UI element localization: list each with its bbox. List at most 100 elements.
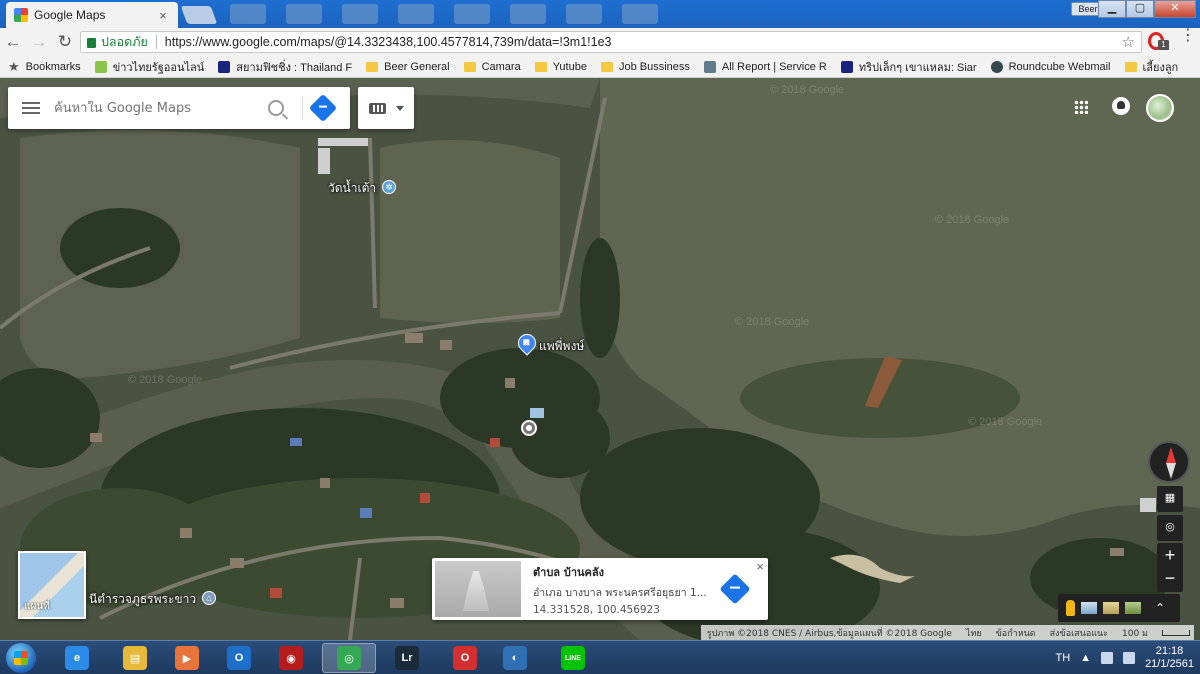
bookmark-item-siamfishing[interactable]: สยามฟิชชิ่ง : Thailand F bbox=[218, 58, 352, 76]
bookmark-item-trip[interactable]: ทริปเล็กๆ เขาแหลม: Siar bbox=[840, 58, 977, 76]
bookmark-folder-camara[interactable]: Camara bbox=[463, 61, 521, 73]
network-icon[interactable] bbox=[1123, 652, 1136, 664]
notifications-icon[interactable] bbox=[1112, 97, 1130, 115]
browser-tab[interactable]: Google Maps × bbox=[6, 2, 178, 28]
map-attribution: รูปภาพ ©2018 CNES / Airbus,ข้อมูลแผนที่ … bbox=[700, 625, 1194, 640]
police-label[interactable]: นีตำรวจภูธรพระขาว bbox=[89, 590, 196, 609]
temple-label[interactable]: วัดน้ำเต้า bbox=[328, 179, 376, 198]
tray-expand-icon[interactable]: ▲ bbox=[1080, 652, 1091, 664]
scale-bar bbox=[1162, 629, 1190, 636]
clock-date: 21/1/2561 bbox=[1145, 658, 1194, 670]
lightroom-icon: Lr bbox=[395, 646, 419, 670]
action-center-icon[interactable] bbox=[1101, 652, 1114, 664]
bookmark-item-bookmarks[interactable]: ★ Bookmarks bbox=[8, 59, 81, 75]
place-photo[interactable] bbox=[435, 561, 521, 617]
opera-icon: O bbox=[453, 646, 477, 670]
input-tools-button[interactable] bbox=[358, 87, 414, 129]
taskbar-app-opera[interactable]: O bbox=[438, 643, 492, 673]
bookmark-folder-job-bussiness[interactable]: Job Bussiness bbox=[600, 61, 690, 73]
minimize-button[interactable]: ▁ bbox=[1098, 0, 1126, 18]
scale-label[interactable]: 100 ม bbox=[1122, 626, 1148, 640]
directions-icon[interactable] bbox=[719, 573, 751, 605]
start-button[interactable] bbox=[6, 643, 36, 673]
site-icon bbox=[94, 60, 107, 73]
taskbar-app-media-player[interactable]: ▶ bbox=[160, 643, 214, 673]
background-thumbnails bbox=[230, 4, 790, 26]
feedback-link[interactable]: ส่งข้อเสนอแนะ bbox=[1050, 626, 1108, 640]
bookmark-folder-beer-general[interactable]: Beer General bbox=[366, 61, 450, 73]
avatar[interactable] bbox=[1146, 94, 1174, 122]
file-explorer-icon: ▤ bbox=[123, 646, 147, 670]
satellite-map[interactable]: © 2018 Google © 2018 Google © 2018 Googl… bbox=[0, 78, 1200, 640]
bookmark-folder-yutube[interactable]: Yutube bbox=[534, 61, 587, 73]
tab-close-icon[interactable]: × bbox=[156, 8, 170, 23]
place-info-card[interactable]: ตำบล บ้านคลัง อำเภอ บางบาล พระนครศรีอยุธ… bbox=[432, 558, 768, 620]
imagery-thumbnail[interactable] bbox=[1103, 602, 1119, 614]
new-tab-button[interactable] bbox=[180, 6, 218, 24]
site-icon bbox=[218, 60, 231, 73]
google-watermark: © 2018 Google bbox=[968, 416, 1043, 428]
taskbar-app-file-explorer[interactable]: ▤ bbox=[108, 643, 162, 673]
site-icon bbox=[703, 60, 716, 73]
compass-icon[interactable] bbox=[1148, 441, 1190, 483]
url-text[interactable]: https://www.google.com/maps/@14.3323438,… bbox=[165, 35, 1122, 49]
place-coordinates: 14.331528, 100.456923 bbox=[533, 603, 660, 616]
directions-icon[interactable] bbox=[308, 93, 338, 123]
terms-link[interactable]: ข้อกำหนด bbox=[996, 626, 1036, 640]
dropped-pin-icon[interactable] bbox=[521, 420, 537, 436]
clock[interactable]: 21:18 21/1/2561 bbox=[1145, 645, 1194, 671]
map-layers-toggle[interactable]: แผนที่ bbox=[18, 551, 86, 619]
police-station-icon[interactable]: ⌂ bbox=[202, 591, 216, 605]
maps-search-box bbox=[8, 87, 350, 129]
place-name[interactable]: ตำบล บ้านคลัง bbox=[533, 563, 724, 581]
close-window-button[interactable]: ✕ bbox=[1154, 0, 1196, 18]
google-maps-favicon-icon bbox=[14, 8, 28, 22]
back-button[interactable]: ← bbox=[0, 30, 26, 54]
keyboard-icon bbox=[368, 102, 386, 114]
search-icon[interactable] bbox=[268, 100, 284, 116]
bookmark-item-all-report[interactable]: All Report | Service R bbox=[703, 60, 827, 73]
input-language[interactable]: TH bbox=[1056, 652, 1071, 664]
pegman-icon[interactable] bbox=[1066, 600, 1075, 616]
taskbar-app-teamviewer[interactable]: ◐ bbox=[488, 643, 542, 673]
google-watermark: © 2018 Google bbox=[935, 214, 1010, 226]
street-view-bar: ⌃ bbox=[1058, 594, 1180, 622]
taskbar-app-outlook[interactable]: O bbox=[212, 643, 266, 673]
menu-icon[interactable] bbox=[8, 102, 54, 114]
place-details: ตำบล บ้านคลัง อำเภอ บางบาล พระนครศรีอยุธ… bbox=[521, 563, 724, 616]
taskbar-app-internet-explorer[interactable]: e bbox=[50, 643, 104, 673]
taskbar-app-lightroom[interactable]: Lr bbox=[380, 643, 434, 673]
temple-icon[interactable]: ✲ bbox=[382, 180, 396, 194]
imagery-thumbnail[interactable] bbox=[1125, 602, 1141, 614]
extension-badge: 1 bbox=[1158, 40, 1169, 50]
google-watermark: © 2018 Google bbox=[735, 316, 810, 328]
expand-icon[interactable]: ⌃ bbox=[1155, 601, 1165, 615]
grid-toggle-button[interactable]: ▦ bbox=[1157, 486, 1183, 512]
google-watermark: © 2018 Google bbox=[770, 84, 845, 96]
satellite-imagery bbox=[0, 78, 1200, 640]
forward-button[interactable]: → bbox=[26, 30, 52, 54]
address-bar[interactable]: ปลอดภัย https://www.google.com/maps/@14.… bbox=[80, 31, 1142, 53]
bookmarks-bar: ★ Bookmarks ข่าวไทยรัฐออนไลน์ สยามฟิชชิ่ง… bbox=[0, 56, 1200, 78]
maximize-button[interactable]: ▢ bbox=[1126, 0, 1154, 18]
internet-explorer-icon: e bbox=[65, 646, 89, 670]
bookmark-item-thairath[interactable]: ข่าวไทยรัฐออนไลน์ bbox=[94, 58, 204, 76]
my-location-icon[interactable]: ◎ bbox=[1157, 515, 1183, 541]
maps-search-input[interactable] bbox=[54, 100, 264, 116]
close-icon[interactable]: × bbox=[756, 559, 764, 574]
taskbar-app-line[interactable]: LINE bbox=[546, 643, 600, 673]
apps-grid-icon[interactable] bbox=[1074, 100, 1088, 114]
bookmark-item-roundcube[interactable]: Roundcube Webmail bbox=[990, 60, 1111, 73]
imagery-thumbnail[interactable] bbox=[1081, 602, 1097, 614]
secure-label: ปลอดภัย bbox=[101, 35, 148, 49]
pin-label[interactable]: แพพี่พงษ์ bbox=[539, 337, 584, 356]
language-link[interactable]: ไทย bbox=[966, 626, 982, 640]
bookmark-star-icon[interactable]: ☆ bbox=[1122, 33, 1135, 51]
browser-menu-icon[interactable]: ⋮ bbox=[1180, 28, 1196, 44]
folder-icon bbox=[1124, 61, 1137, 72]
taskbar-app-chrome[interactable]: ◎ bbox=[322, 643, 376, 673]
taskbar-app-red-app[interactable]: ◉ bbox=[264, 643, 318, 673]
bookmark-folder-liang-luk[interactable]: เลี้ยงลูก bbox=[1124, 58, 1178, 76]
reload-button[interactable]: ↻ bbox=[52, 30, 78, 54]
zoom-out-button[interactable]: − bbox=[1157, 566, 1183, 592]
